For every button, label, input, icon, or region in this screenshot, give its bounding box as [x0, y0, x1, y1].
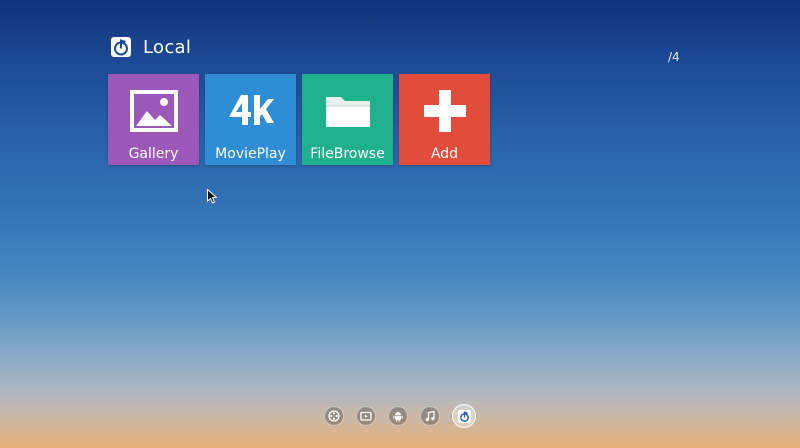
gallery-tile[interactable]: Gallery — [108, 74, 199, 165]
add-tile[interactable]: Add — [399, 74, 490, 165]
4k-icon — [228, 95, 274, 125]
add-label: Add — [430, 146, 459, 162]
tv-icon — [360, 411, 372, 421]
page-header: Local — [110, 34, 191, 60]
android-icon — [393, 412, 403, 422]
music-note-icon — [425, 410, 435, 422]
local-music-icon — [111, 37, 131, 57]
folder-icon — [325, 97, 370, 127]
film-reel-icon — [328, 410, 340, 422]
dock-item-movies[interactable] — [324, 406, 344, 426]
filebrowser-label: FileBrowse — [310, 146, 385, 162]
dock-item-music[interactable] — [420, 406, 440, 426]
plus-icon — [423, 90, 466, 132]
app-tiles: Gallery MoviePlay FileBrowse Add — [108, 74, 490, 165]
movieplay-label: MoviePlay — [215, 146, 286, 162]
image-icon — [129, 90, 178, 132]
dock-item-tv[interactable] — [356, 406, 376, 426]
movieplay-tile[interactable]: MoviePlay — [205, 74, 296, 165]
local-music-icon — [457, 409, 471, 423]
filebrowser-tile[interactable]: FileBrowse — [302, 74, 393, 165]
dock-item-local[interactable] — [452, 404, 476, 428]
page-title: Local — [143, 36, 192, 58]
gallery-label: Gallery — [128, 146, 179, 162]
mouse-cursor-icon — [207, 189, 217, 204]
dock-item-apps[interactable] — [388, 406, 408, 426]
bottom-dock — [324, 404, 476, 428]
page-indicator: /4 — [668, 50, 680, 64]
